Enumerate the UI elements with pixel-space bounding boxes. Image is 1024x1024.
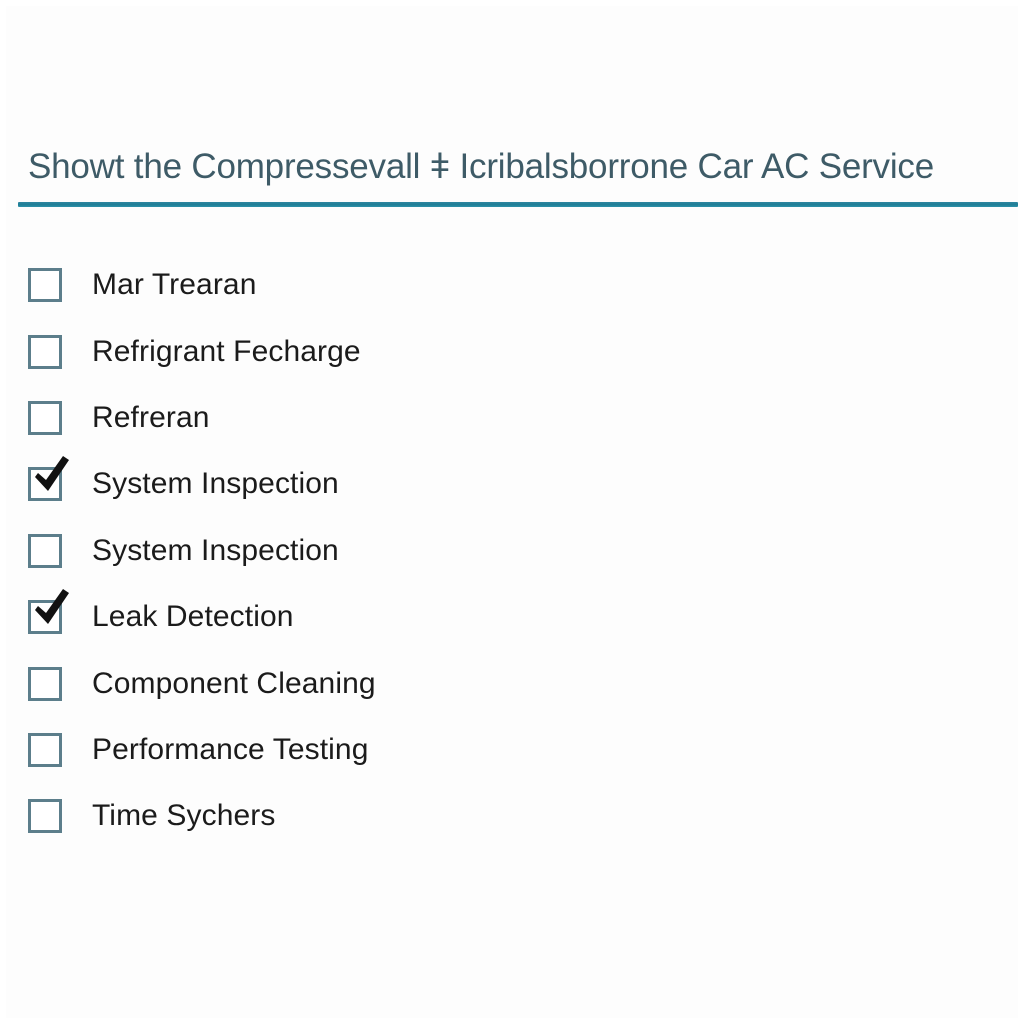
checklist-item-label: Refreran xyxy=(92,400,210,434)
content-card: Showt the Compressevall ǂ Icribalsborron… xyxy=(6,6,1018,1018)
checklist-item-7[interactable]: Performance Testing xyxy=(28,717,988,783)
checklist-item-label: Leak Detection xyxy=(92,600,294,634)
checklist-item-label: System Inspection xyxy=(92,533,339,567)
checkbox-checked[interactable] xyxy=(28,589,69,635)
checklist-item-5[interactable]: Leak Detection xyxy=(28,584,988,650)
checklist-item-6[interactable]: Component Cleaning xyxy=(28,650,988,716)
title-divider xyxy=(18,202,1018,207)
checklist-item-label: Time Sychers xyxy=(92,799,276,833)
checklist-item-8[interactable]: Time Sychers xyxy=(28,783,988,849)
checklist-item-0[interactable]: Mar Trearan xyxy=(28,252,988,318)
checklist-item-label: Component Cleaning xyxy=(92,666,376,700)
checkbox-unchecked[interactable] xyxy=(28,533,62,568)
checkbox-unchecked[interactable] xyxy=(28,268,62,303)
check-mark-icon xyxy=(35,589,69,625)
checklist-item-4[interactable]: System Inspection xyxy=(28,518,988,584)
checkbox-unchecked[interactable] xyxy=(28,400,62,435)
checkbox-unchecked[interactable] xyxy=(28,799,62,834)
checkbox-checked[interactable] xyxy=(28,456,69,502)
checkbox-unchecked[interactable] xyxy=(28,666,62,701)
page-title: Showt the Compressevall ǂ Icribalsborron… xyxy=(28,147,934,186)
header: Showt the Compressevall ǂ Icribalsborron… xyxy=(18,144,1018,207)
checklist-item-label: Performance Testing xyxy=(92,732,369,766)
checklist-item-3[interactable]: System Inspection xyxy=(28,451,988,517)
page-root: Showt the Compressevall ǂ Icribalsborron… xyxy=(0,0,1024,1024)
checkbox-unchecked[interactable] xyxy=(28,334,62,369)
checklist-item-label: Mar Trearan xyxy=(92,268,257,302)
checklist-item-1[interactable]: Refrigrant Fecharge xyxy=(28,318,988,384)
checklist-item-label: System Inspection xyxy=(92,467,339,501)
checkbox-unchecked[interactable] xyxy=(28,732,62,767)
check-mark-icon xyxy=(35,456,69,492)
service-checklist: Mar Trearan Refrigrant Fecharge Refreran… xyxy=(28,252,988,850)
checklist-item-label: Refrigrant Fecharge xyxy=(92,334,361,368)
checklist-item-2[interactable]: Refreran xyxy=(28,385,988,451)
